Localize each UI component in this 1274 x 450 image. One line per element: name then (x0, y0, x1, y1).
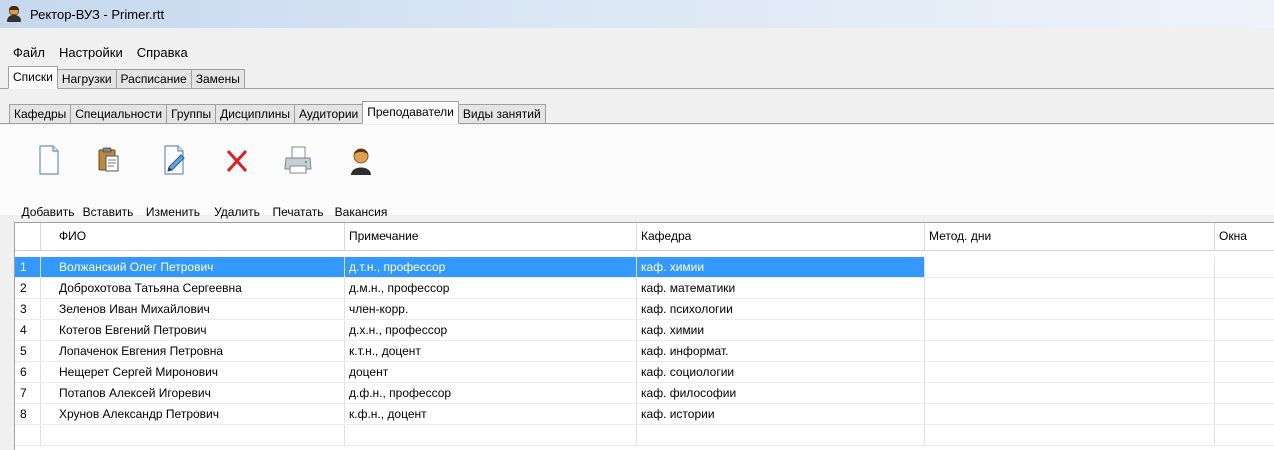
paste-icon (98, 147, 119, 172)
tab-replacements[interactable]: Замены (190, 69, 245, 89)
tab-classrooms[interactable]: Аудитории (293, 104, 363, 124)
tab-lesson-types[interactable]: Виды занятий (458, 104, 546, 124)
teachers-table: ФИО Примечание Кафедра Метод. дни Окна 1… (14, 222, 1274, 450)
table-header: ФИО Примечание Кафедра Метод. дни Окна (15, 223, 1274, 251)
table-row[interactable]: 6 Нещерет Сергей Миронович доцент каф. с… (15, 362, 1274, 383)
menu-bar: Файл Настройки Справка (0, 42, 195, 64)
column-header-fio[interactable]: ФИО (41, 223, 345, 251)
app-person-icon[interactable] (6, 6, 22, 22)
menu-file[interactable]: Файл (6, 43, 52, 63)
tab-teachers[interactable]: Преподаватели (362, 101, 459, 124)
table-row[interactable]: 4 Котегов Евгений Петрович д.х.н., профе… (15, 320, 1274, 341)
main-tab-bar: Списки Нагрузки Расписание Замены (0, 65, 1274, 89)
column-header-note[interactable]: Примечание (345, 223, 637, 251)
menu-settings[interactable]: Настройки (52, 43, 130, 63)
delete-button[interactable]: Удалить (211, 143, 263, 219)
tab-specialties[interactable]: Специальности (70, 104, 167, 124)
tab-lists[interactable]: Списки (8, 66, 58, 89)
edit-button[interactable]: Изменить (144, 143, 202, 219)
table-row[interactable]: 5 Лопаченок Евгения Петровна к.т.н., доц… (15, 341, 1274, 362)
menu-help[interactable]: Справка (130, 43, 195, 63)
title-bar: Ректор-ВУЗ - Primer.rtt (0, 0, 1274, 28)
toolbar: Добавить Вставить Изменить Удалить Печат… (0, 125, 1274, 219)
printer-icon (284, 146, 312, 174)
person-icon (351, 148, 371, 175)
tab-loads[interactable]: Нагрузки (57, 69, 116, 89)
table-row[interactable]: 3 Зеленов Иван Михайлович член-корр. каф… (15, 299, 1274, 320)
column-header-index[interactable] (15, 223, 41, 251)
column-header-windows[interactable]: Окна (1215, 223, 1274, 251)
add-button[interactable]: Добавить (20, 143, 76, 219)
paste-button[interactable]: Вставить (80, 143, 136, 219)
table-row[interactable]: 2 Доброхотова Татьяна Сергеевна д.м.н., … (15, 278, 1274, 299)
sub-tab-bar: Кафедры Специальности Группы Дисциплины … (0, 100, 1274, 124)
column-header-department[interactable]: Кафедра (637, 223, 925, 251)
tab-groups[interactable]: Группы (166, 104, 216, 124)
column-header-method-days[interactable]: Метод. дни (925, 223, 1215, 251)
vacancy-button[interactable]: Вакансия (331, 143, 391, 219)
new-document-icon (39, 145, 59, 175)
tab-departments[interactable]: Кафедры (9, 104, 71, 124)
tab-schedule[interactable]: Расписание (115, 69, 191, 89)
table-row[interactable]: 1 Волжанский Олег Петрович д.т.н., профе… (15, 257, 1274, 278)
red-x-icon (226, 149, 248, 173)
table-row[interactable]: 7 Потапов Алексей Игоревич д.ф.н., профе… (15, 383, 1274, 404)
print-button[interactable]: Печатать (269, 143, 327, 219)
edit-document-icon (164, 145, 185, 175)
table-row[interactable]: 8 Хрунов Александр Петрович к.ф.н., доце… (15, 404, 1274, 425)
tab-disciplines[interactable]: Дисциплины (215, 104, 294, 124)
window-title: Ректор-ВУЗ - Primer.rtt (30, 6, 165, 22)
table-row-empty (15, 425, 1274, 446)
